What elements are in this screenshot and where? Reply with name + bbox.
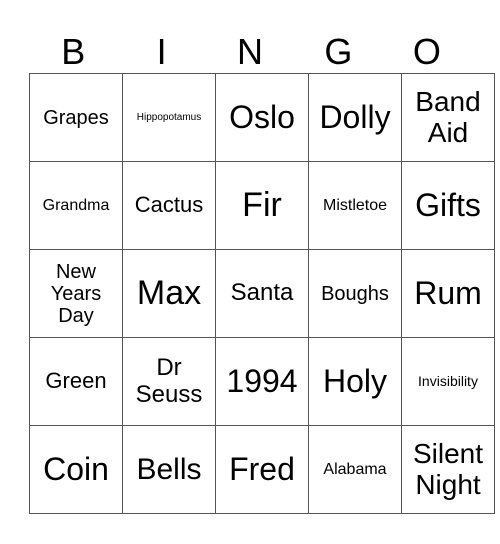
bingo-cell[interactable]: Rum bbox=[401, 249, 495, 338]
bingo-cell[interactable]: Holy bbox=[308, 337, 402, 426]
header-letter-o: O bbox=[412, 31, 441, 72]
bingo-cell[interactable]: Gifts bbox=[401, 161, 495, 250]
bingo-cell[interactable]: Max bbox=[122, 249, 216, 338]
bingo-cell[interactable]: Dolly bbox=[308, 73, 402, 162]
bingo-cell[interactable]: Grapes bbox=[29, 73, 123, 162]
bingo-cell[interactable]: Santa bbox=[215, 249, 309, 338]
bingo-cell[interactable]: Invisibility bbox=[401, 337, 495, 426]
header-letter-g: G bbox=[324, 31, 353, 72]
bingo-cell[interactable]: Hippopotamus bbox=[122, 73, 216, 162]
bingo-cell[interactable]: Fred bbox=[215, 425, 309, 514]
card-row: Grandma Cactus Fir Mistletoe Gifts bbox=[29, 161, 495, 250]
bingo-cell[interactable]: Dr Seuss bbox=[122, 337, 216, 426]
bingo-cell[interactable]: Band Aid bbox=[401, 73, 495, 162]
bingo-cell[interactable]: Boughs bbox=[308, 249, 402, 338]
card-row: Coin Bells Fred Alabama Silent Night bbox=[29, 425, 495, 514]
bingo-cell[interactable]: New Years Day bbox=[29, 249, 123, 338]
bingo-cell[interactable]: Bells bbox=[122, 425, 216, 514]
bingo-header: B I N G O bbox=[29, 30, 471, 74]
bingo-cell[interactable]: Mistletoe bbox=[308, 161, 402, 250]
bingo-cell[interactable]: Green bbox=[29, 337, 123, 426]
bingo-cell[interactable]: Fir bbox=[215, 161, 309, 250]
card-row: Green Dr Seuss 1994 Holy Invisibility bbox=[29, 337, 495, 426]
card-row: New Years Day Max Santa Boughs Rum bbox=[29, 249, 495, 338]
bingo-cell[interactable]: Grandma bbox=[29, 161, 123, 250]
bingo-cell[interactable]: 1994 bbox=[215, 337, 309, 426]
bingo-cell[interactable]: Oslo bbox=[215, 73, 309, 162]
header-letter-i: I bbox=[156, 31, 167, 72]
card-row: Grapes Hippopotamus Oslo Dolly Band Aid bbox=[29, 73, 495, 162]
bingo-cell[interactable]: Coin bbox=[29, 425, 123, 514]
header-letter-b: B bbox=[61, 31, 86, 72]
bingo-cell[interactable]: Silent Night bbox=[401, 425, 495, 514]
bingo-card: Grapes Hippopotamus Oslo Dolly Band Aid … bbox=[29, 73, 495, 514]
header-letter-n: N bbox=[237, 31, 264, 72]
bingo-cell[interactable]: Alabama bbox=[308, 425, 402, 514]
bingo-cell[interactable]: Cactus bbox=[122, 161, 216, 250]
